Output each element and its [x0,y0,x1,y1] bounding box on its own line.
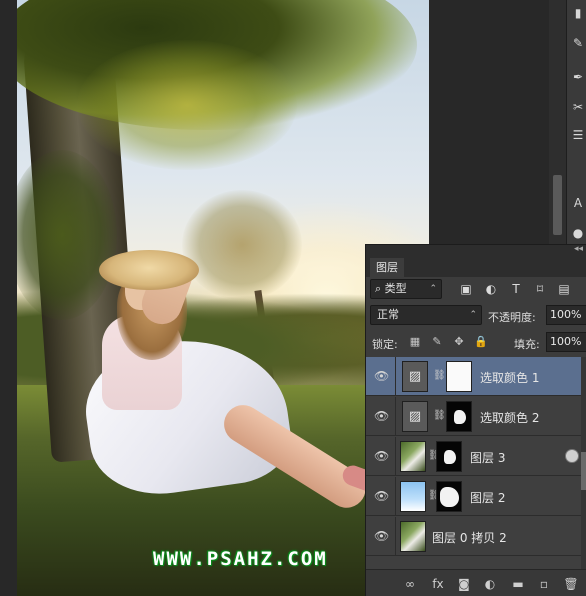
chevron-updown-icon: ⌃ [429,284,437,294]
layer-filter-row: ⌕ 类型 ⌃ ▣ ◐ T ⌑ ▤ [366,277,586,303]
scissors-tool-icon[interactable]: ✂ [571,100,585,114]
opacity-input[interactable]: 100% [546,305,586,325]
layer-list: 👁 ▨ ⛓ 选取颜色 1 👁 ▨ ⛓ 选取颜色 2 👁 ⛓ 图层 3 👁 ⛓ 图… [366,357,586,569]
layer-row[interactable]: 👁 ▨ ⛓ 选取颜色 2 [366,397,586,436]
dot-tool-icon[interactable]: ● [571,226,585,240]
lock-all-icon[interactable]: 🔒 [474,335,488,349]
layer-thumbnail[interactable] [400,481,426,512]
divider [395,477,396,516]
layer-list-scrollbar[interactable] [581,357,586,569]
blend-mode-value: 正常 [377,308,399,321]
layer-thumbnail[interactable] [400,521,426,552]
panel-tab-row: 图层 [366,257,586,277]
new-layer-icon[interactable]: ▫ [536,576,552,592]
filter-type-label: 类型 [384,282,407,295]
lock-transparency-icon[interactable]: ▦ [408,335,422,349]
woman-hat [99,250,199,290]
opacity-label: 不透明度: [488,311,536,324]
layer-name[interactable]: 选取颜色 2 [480,409,539,426]
layer-name[interactable]: 选取颜色 1 [480,369,539,386]
fx-icon[interactable]: fx [430,576,446,592]
new-group-icon[interactable]: ▬ [510,576,526,592]
adjustment-thumbnail[interactable]: ▨ [402,401,428,432]
fill-label: 填充: [514,338,540,351]
divider [395,357,396,396]
pen-tool-icon[interactable]: ✒ [571,70,585,84]
link-layers-icon[interactable]: ∞ [402,576,418,592]
mask-shape [440,487,459,507]
layer-name[interactable]: 图层 0 拷贝 2 [432,529,507,546]
shape-filter-icon[interactable]: ⌑ [532,281,548,297]
eye-icon[interactable]: 👁 [374,409,389,423]
blend-mode-select[interactable]: 正常 ⌃ [370,305,482,325]
lock-label: 锁定: [372,338,398,351]
divider [395,437,396,476]
smart-filter-icon[interactable] [565,449,579,463]
eye-icon[interactable]: 👁 [374,529,389,543]
layer-filter-select[interactable]: ⌕ 类型 ⌃ [370,279,442,299]
panel-title-bar[interactable]: ◂◂ [366,244,586,257]
new-adjustment-icon[interactable]: ◐ [482,576,498,592]
canvas-scrollbar-thumb[interactable] [553,175,562,235]
chain-link-icon[interactable]: ⛓ [433,369,446,383]
search-icon: ⌕ [375,282,385,295]
type-filter-icon[interactable]: T [508,281,524,297]
trash-icon[interactable]: 🗑 [563,576,579,592]
eye-icon[interactable]: 👁 [374,489,389,503]
divider [395,517,396,556]
eye-icon[interactable]: 👁 [374,369,389,383]
tool-strip: ▮ ✎ ✒ ✂ ☰ A ● [566,0,586,250]
blend-mode-row: 正常 ⌃ 不透明度: 100% [366,303,586,329]
pixel-filter-icon[interactable]: ▣ [458,281,474,297]
tab-layers[interactable]: 图层 [370,258,404,277]
smart-object-filter-icon[interactable]: ▤ [556,281,572,297]
eye-icon[interactable]: 👁 [374,449,389,463]
divider [395,397,396,436]
brush-tool-icon[interactable]: ✎ [571,36,585,50]
layer-mask-thumbnail[interactable] [436,441,462,472]
collapse-icon[interactable]: ◂◂ [574,244,583,254]
layer-name[interactable]: 图层 2 [470,489,505,506]
layer-row[interactable]: 👁 ⛓ 图层 3 [366,437,586,476]
stamp-tool-icon[interactable]: ▮ [571,6,585,20]
lock-row: 锁定: ▦ ✎ ✥ 🔒 填充: 100% [366,330,586,356]
chain-link-icon[interactable]: ⛓ [433,409,446,423]
text-tool-icon[interactable]: A [571,196,585,210]
layer-mask-thumbnail[interactable] [446,401,472,432]
lock-position-icon[interactable]: ✥ [452,335,466,349]
layers-panel: ◂◂ 图层 ⌕ 类型 ⌃ ▣ ◐ T ⌑ ▤ 正常 ⌃ 不透明度: 100% 锁… [365,244,586,596]
mask-shape [454,410,466,424]
layer-thumbnail[interactable] [400,441,426,472]
adjustment-filter-icon[interactable]: ◐ [483,281,499,297]
list-tool-icon[interactable]: ☰ [571,128,585,142]
fill-input[interactable]: 100% [546,332,586,352]
adjustment-thumbnail[interactable]: ▨ [402,361,428,392]
layer-mask-thumbnail[interactable] [436,481,462,512]
layer-name[interactable]: 图层 3 [470,449,505,466]
lock-pixels-icon[interactable]: ✎ [430,335,444,349]
watermark-text: WWW.PSAHZ.COM [153,548,328,570]
layer-row[interactable]: 👁 ▨ ⛓ 选取颜色 1 [366,357,586,396]
layer-row[interactable]: 👁 图层 0 拷贝 2 [366,517,586,556]
canvas-scrollbar[interactable] [549,0,566,250]
tree-foliage-sunlit [77,40,297,170]
layers-bottom-bar: ∞ fx ◙ ◐ ▬ ▫ 🗑 [366,569,586,596]
layer-list-scrollbar-thumb[interactable] [581,452,586,490]
add-mask-icon[interactable]: ◙ [456,576,472,592]
layer-row[interactable]: 👁 ⛓ 图层 2 [366,477,586,516]
chevron-updown-icon: ⌃ [469,310,477,320]
layer-mask-thumbnail[interactable] [446,361,472,392]
mask-shape [444,450,456,464]
